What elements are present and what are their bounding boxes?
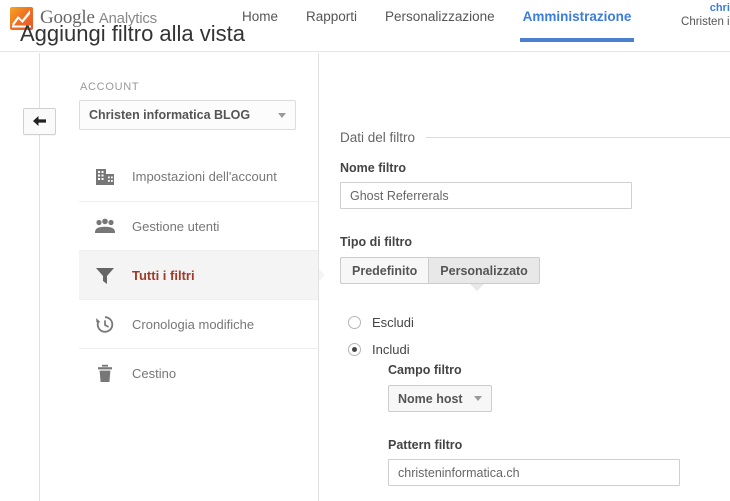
section-header-rule xyxy=(426,137,730,138)
sidebar-item-impostazioni-account[interactable]: Impostazioni dell'account xyxy=(79,152,318,201)
filter-field-value: Nome host xyxy=(398,391,463,406)
tab-label: Predefinito xyxy=(352,263,418,278)
page-title: Aggiungi filtro alla vista xyxy=(20,21,246,46)
building-icon xyxy=(92,164,118,190)
trash-icon xyxy=(92,360,118,386)
users-icon xyxy=(92,213,118,239)
tab-personalizzato[interactable]: Personalizzato xyxy=(428,257,540,284)
account-selector[interactable]: Christen informatica BLOG xyxy=(79,100,296,130)
history-clock-icon xyxy=(92,311,118,337)
radio-circle-selected-icon xyxy=(348,343,361,356)
filter-pattern-label: Pattern filtro xyxy=(388,438,463,452)
radio-circle-icon xyxy=(348,316,361,329)
filter-field-selector[interactable]: Nome host xyxy=(388,385,492,412)
filter-type-tabs: Predefinito Personalizzato xyxy=(340,257,540,284)
chevron-down-icon xyxy=(278,112,286,118)
filter-name-label: Nome filtro xyxy=(340,161,406,175)
filter-pattern-input[interactable] xyxy=(388,459,680,486)
radio-escludi[interactable]: Escludi xyxy=(348,315,414,330)
main-navigation: Home Rapporti Personalizzazione Amminist… xyxy=(228,0,645,52)
sidebar-item-gestione-utenti[interactable]: Gestione utenti xyxy=(79,201,318,250)
sidebar-item-tutti-i-filtri[interactable]: Tutti i filtri xyxy=(79,250,325,299)
user-name: Christen in xyxy=(681,16,730,28)
filter-type-label: Tipo di filtro xyxy=(340,235,412,249)
active-tab-underline xyxy=(519,38,635,42)
section-header-dati-del-filtro: Dati del filtro xyxy=(340,130,730,145)
admin-sidebar: ACCOUNT Christen informatica BLOG Impost… xyxy=(60,53,325,501)
tab-predefinito[interactable]: Predefinito xyxy=(340,257,429,284)
sidebar-item-label: Gestione utenti xyxy=(132,218,220,234)
nav-item-label: Home xyxy=(242,9,279,24)
tab-label: Personalizzato xyxy=(440,263,528,278)
sidebar-item-label: Impostazioni dell'account xyxy=(132,169,277,184)
back-arrow-icon xyxy=(32,116,46,126)
sidebar-item-cestino[interactable]: Cestino xyxy=(79,348,318,397)
active-tab-pointer xyxy=(470,284,484,291)
radio-label: Escludi xyxy=(372,315,414,330)
filter-name-input[interactable] xyxy=(340,182,632,209)
account-selector-value: Christen informatica BLOG xyxy=(89,108,251,122)
nav-item-label: Rapporti xyxy=(306,9,358,24)
user-account-block[interactable]: chris Christen in xyxy=(616,2,730,29)
account-section-label: ACCOUNT xyxy=(80,81,140,93)
funnel-icon xyxy=(92,262,118,288)
radio-label: Includi xyxy=(372,342,410,357)
admin-menu: Impostazioni dell'account Gestione utent… xyxy=(79,152,325,397)
sidebar-item-label: Cestino xyxy=(132,365,177,381)
filter-field-label: Campo filtro xyxy=(388,363,462,377)
sidebar-main-divider xyxy=(318,53,319,501)
user-email: chris xyxy=(709,2,730,14)
back-button[interactable] xyxy=(23,108,56,135)
nav-item-personalizzazione[interactable]: Personalizzazione xyxy=(371,0,509,52)
chevron-down-icon xyxy=(473,396,482,401)
radio-includi[interactable]: Includi xyxy=(348,342,410,357)
section-header-label: Dati del filtro xyxy=(340,130,416,145)
selected-item-pointer xyxy=(318,268,325,282)
sidebar-item-label: Tutti i filtri xyxy=(132,267,195,283)
sidebar-item-label: Cronologia modifiche xyxy=(132,316,255,332)
sidebar-item-cronologia-modifiche[interactable]: Cronologia modifiche xyxy=(79,299,318,348)
nav-item-rapporti[interactable]: Rapporti xyxy=(292,0,371,52)
nav-item-label: Personalizzazione xyxy=(385,9,495,24)
